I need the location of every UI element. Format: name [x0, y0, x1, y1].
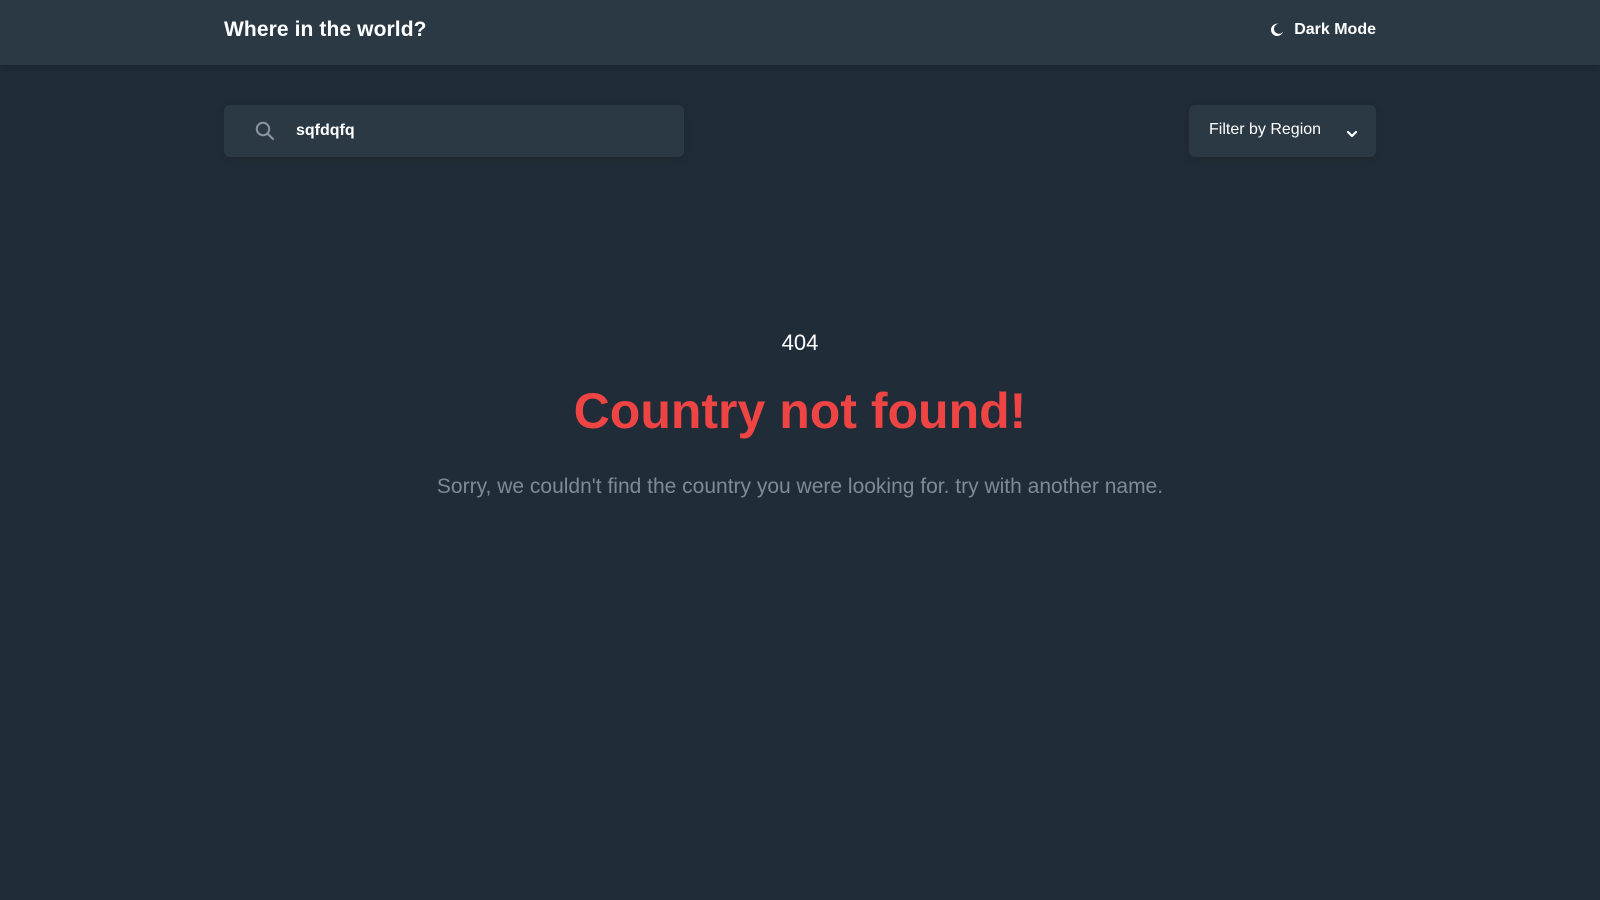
search-input[interactable] [296, 105, 666, 157]
dark-mode-toggle[interactable]: Dark Mode [1270, 21, 1376, 39]
search-box[interactable] [224, 105, 684, 157]
dark-mode-label: Dark Mode [1294, 21, 1376, 38]
chevron-down-icon [1346, 126, 1358, 138]
error-title: Country not found! [573, 383, 1027, 439]
error-description: Sorry, we couldn't find the country you … [436, 475, 1164, 498]
region-filter-dropdown[interactable]: Filter by Region [1189, 105, 1376, 157]
search-icon [254, 120, 276, 142]
top-bar: Where in the world? Dark Mode [0, 0, 1600, 65]
error-code: 404 [781, 330, 819, 355]
app-title: Where in the world? [224, 18, 427, 41]
moon-icon [1270, 23, 1284, 37]
region-filter-label: Filter by Region [1209, 121, 1322, 138]
